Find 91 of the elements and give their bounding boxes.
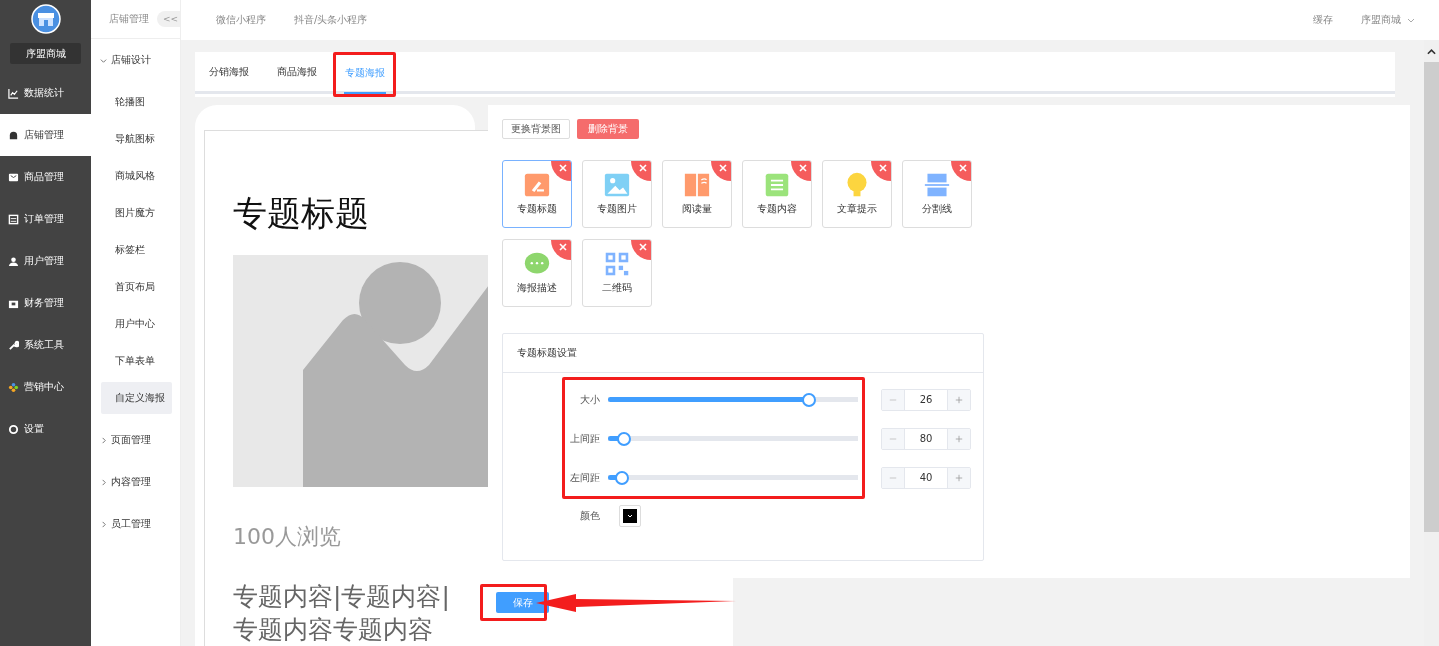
- delete-corner-icon[interactable]: [791, 161, 811, 181]
- highlight-box: [333, 52, 396, 97]
- platform-tab[interactable]: 抖音/头条小程序: [294, 13, 368, 27]
- user-menu[interactable]: 序盟商城: [1361, 13, 1415, 27]
- store-icon: [8, 129, 19, 141]
- menu-item[interactable]: 订单管理: [0, 198, 91, 240]
- component-tile[interactable]: 分割线: [902, 160, 972, 228]
- submenu-group[interactable]: 内容管理: [91, 461, 180, 503]
- increment-button[interactable]: [948, 428, 970, 449]
- platform-tab[interactable]: 微信小程序: [216, 13, 266, 27]
- chevron-icon: [100, 478, 107, 486]
- number-field[interactable]: 80: [904, 428, 948, 449]
- increment-button[interactable]: [948, 389, 970, 410]
- delete-corner-icon[interactable]: [551, 161, 571, 181]
- plus-icon: [955, 434, 963, 443]
- submenu-item[interactable]: 首页布局: [101, 271, 172, 303]
- submenu-title: 店铺管理: [109, 12, 149, 26]
- delete-corner-icon[interactable]: [871, 161, 891, 181]
- component-tile[interactable]: 专题内容: [742, 160, 812, 228]
- user-icon: [8, 255, 19, 267]
- image-icon: [603, 172, 631, 198]
- view-count: 100人浏览: [233, 523, 342, 551]
- menu-item[interactable]: 数据统计: [0, 72, 91, 114]
- component-tile[interactable]: 专题图片: [582, 160, 652, 228]
- poster-content: 专题内容|专题内容|专题内容专题内容: [233, 581, 451, 646]
- divider-icon: [923, 172, 951, 198]
- menu-item[interactable]: 营销中心: [0, 366, 91, 408]
- increment-button[interactable]: [948, 467, 970, 488]
- menu-item[interactable]: 店铺管理: [0, 114, 91, 156]
- slider-label: 大小: [579, 392, 600, 407]
- delete-corner-icon[interactable]: [951, 161, 971, 181]
- menu-item[interactable]: 用户管理: [0, 240, 91, 282]
- book-icon: [683, 172, 711, 198]
- menu-item[interactable]: 设置: [0, 408, 91, 450]
- chevron-icon: [100, 436, 107, 444]
- component-tile[interactable]: 阅读量: [662, 160, 732, 228]
- number-field[interactable]: 26: [904, 389, 948, 410]
- apps-icon: [8, 381, 19, 393]
- menu-item[interactable]: 财务管理: [0, 282, 91, 324]
- cache-link[interactable]: 缓存: [1313, 13, 1333, 27]
- chevron-icon: [100, 520, 107, 528]
- submenu-item[interactable]: 自定义海报: [101, 382, 172, 414]
- poster-tab[interactable]: 商品海报: [276, 65, 318, 91]
- slider-thumb[interactable]: [801, 392, 816, 407]
- slider-thumb[interactable]: [614, 470, 629, 485]
- settings-title: 专题标题设置: [503, 334, 983, 373]
- caret-icon: [1407, 16, 1415, 24]
- store-logo-icon: [30, 4, 61, 34]
- mail-icon: [8, 171, 19, 183]
- component-tile[interactable]: 专题标题: [502, 160, 572, 228]
- slider-label: 上间距: [569, 431, 600, 446]
- plus-icon: [955, 395, 963, 404]
- component-tile[interactable]: 海报描述: [502, 239, 572, 307]
- delete-corner-icon[interactable]: [711, 161, 731, 181]
- settings-icon: [8, 423, 19, 435]
- menu-item[interactable]: 商品管理: [0, 156, 91, 198]
- submenu-item[interactable]: 用户中心: [101, 308, 172, 340]
- qr-code-icon: [603, 251, 631, 277]
- list-icon: [8, 213, 19, 225]
- submenu-item[interactable]: 下单表单: [101, 345, 172, 377]
- store-name: 序盟商城: [10, 43, 81, 64]
- submenu-group[interactable]: 员工管理: [91, 503, 180, 545]
- wrench-icon: [8, 339, 19, 351]
- plus-icon: [955, 473, 963, 482]
- delete-corner-icon[interactable]: [551, 240, 571, 260]
- change-background-button[interactable]: 更换背景图: [502, 119, 570, 139]
- submenu-group[interactable]: 页面管理: [91, 419, 180, 461]
- chevron-icon: [100, 56, 107, 64]
- submenu-item[interactable]: 轮播图: [101, 86, 172, 118]
- delete-corner-icon[interactable]: [631, 240, 651, 260]
- slider-thumb[interactable]: [617, 431, 632, 446]
- chart-icon: [8, 87, 19, 99]
- submenu-item[interactable]: 标签栏: [101, 234, 172, 266]
- document-icon: [763, 172, 791, 198]
- number-field[interactable]: 40: [904, 467, 948, 488]
- submenu-item[interactable]: 导航图标: [101, 123, 172, 155]
- submenu-group[interactable]: 店铺设计: [91, 39, 180, 81]
- component-tile[interactable]: 二维码: [582, 239, 652, 307]
- slider-label: 左间距: [569, 470, 600, 485]
- scroll-up-icon[interactable]: [1427, 49, 1436, 55]
- submenu-item[interactable]: 图片魔方: [101, 197, 172, 229]
- color-label: 颜色: [579, 508, 600, 523]
- component-tile[interactable]: 文章提示: [822, 160, 892, 228]
- menu-item[interactable]: 系统工具: [0, 324, 91, 366]
- poster-tab[interactable]: 分销海报: [208, 65, 250, 91]
- pen-icon: [523, 172, 551, 198]
- poster-title: 专题标题: [233, 192, 370, 235]
- scroll-thumb[interactable]: [1424, 62, 1439, 532]
- submenu-item[interactable]: 商城风格: [101, 160, 172, 192]
- delete-corner-icon[interactable]: [631, 161, 651, 181]
- highlight-box: [480, 584, 547, 621]
